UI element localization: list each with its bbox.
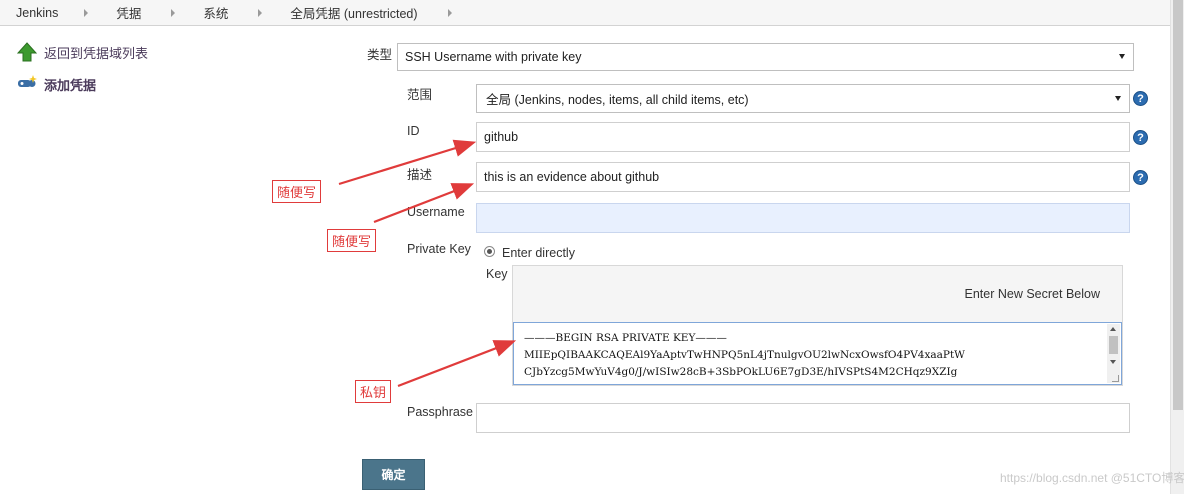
annotation-arrow-id [338, 139, 477, 186]
annotation-note-description: 随便写 [327, 229, 377, 252]
annotation-arrow-key [397, 340, 517, 388]
annotation-arrows [338, 139, 517, 388]
watermark: https://blog.csdn.net @51CTO博客 [1000, 471, 1184, 485]
annotation-arrow-description [373, 183, 475, 224]
annotation-note-private-key: 私钥 [355, 380, 392, 403]
annotation-note-id: 随便写 [272, 180, 322, 203]
